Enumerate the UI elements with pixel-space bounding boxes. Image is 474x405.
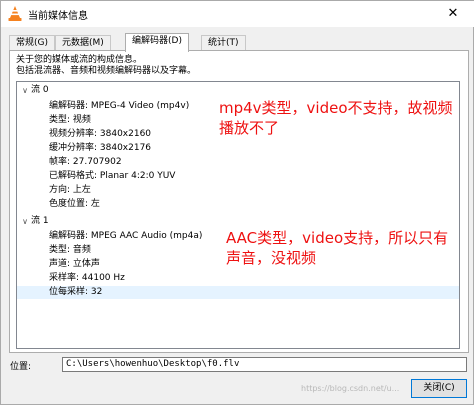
audio-annotation: AAC类型，video支持，所以只有 声音，没视频 bbox=[226, 228, 448, 268]
window-title: 当前媒体信息 bbox=[28, 11, 88, 22]
stream-property[interactable]: 方向: 上左 bbox=[17, 184, 459, 197]
stream-label: 流 1 bbox=[31, 216, 49, 226]
video-annotation-line-2: 播放不了 bbox=[219, 119, 280, 137]
chevron-down-icon[interactable]: ∨ bbox=[20, 215, 30, 228]
close-icon: ✕ bbox=[447, 6, 459, 21]
video-annotation: mp4v类型，video不支持，故视频 播放不了 bbox=[219, 98, 453, 138]
location-label: 位置: bbox=[10, 362, 32, 372]
tab-statistics[interactable]: 统计(T) bbox=[201, 35, 246, 51]
title-bar: 当前媒体信息 ✕ bbox=[1, 1, 474, 27]
media-info-dialog: 当前媒体信息 ✕ 常规(G) 元数据(M) 编解码器(D) 统计(T) 关于您的… bbox=[0, 0, 474, 405]
chevron-down-icon[interactable]: ∨ bbox=[20, 84, 30, 97]
close-button[interactable]: 关闭(C) bbox=[411, 379, 467, 398]
stream-1-header[interactable]: ∨ 流 1 bbox=[17, 215, 459, 228]
location-field[interactable]: C:\Users\howenhuo\Desktop\f0.flv bbox=[62, 357, 467, 372]
video-annotation-line-1: mp4v类型，video不支持，故视频 bbox=[219, 99, 453, 117]
stream-property[interactable]: 色度位置: 左 bbox=[17, 198, 459, 211]
codec-description: 关于您的媒体或流的构成信息。 包括混流器、音频和视频编解码器以及字幕。 bbox=[16, 55, 196, 77]
description-line-1: 关于您的媒体或流的构成信息。 bbox=[16, 55, 143, 65]
vlc-cone-icon bbox=[8, 6, 22, 21]
stream-property[interactable]: 缓冲分辨率: 3840x2176 bbox=[17, 142, 459, 155]
stream-property[interactable]: 采样率: 44100 Hz bbox=[17, 272, 459, 285]
tab-metadata[interactable]: 元数据(M) bbox=[55, 35, 111, 51]
tab-strip: 常规(G) 元数据(M) 编解码器(D) 统计(T) bbox=[9, 33, 469, 52]
codec-tab-panel: 关于您的媒体或流的构成信息。 包括混流器、音频和视频编解码器以及字幕。 ∨ 流 … bbox=[9, 50, 469, 353]
stream-label: 流 0 bbox=[31, 85, 49, 95]
tab-general[interactable]: 常规(G) bbox=[9, 35, 55, 51]
audio-annotation-line-1: AAC类型，video支持，所以只有 bbox=[226, 229, 449, 247]
stream-property[interactable]: 位每采样: 32 bbox=[17, 286, 459, 299]
description-line-2: 包括混流器、音频和视频编解码器以及字幕。 bbox=[16, 66, 197, 76]
stream-property[interactable]: 已解码格式: Planar 4:2:0 YUV bbox=[17, 170, 459, 183]
window-close-button[interactable]: ✕ bbox=[431, 1, 474, 27]
audio-annotation-line-2: 声音，没视频 bbox=[226, 249, 317, 267]
stream-0-header[interactable]: ∨ 流 0 bbox=[17, 84, 459, 97]
tab-codec[interactable]: 编解码器(D) bbox=[125, 33, 189, 52]
watermark: https://blog.csdn.net/u... bbox=[301, 384, 400, 393]
stream-property[interactable]: 帧率: 27.707902 bbox=[17, 156, 459, 169]
